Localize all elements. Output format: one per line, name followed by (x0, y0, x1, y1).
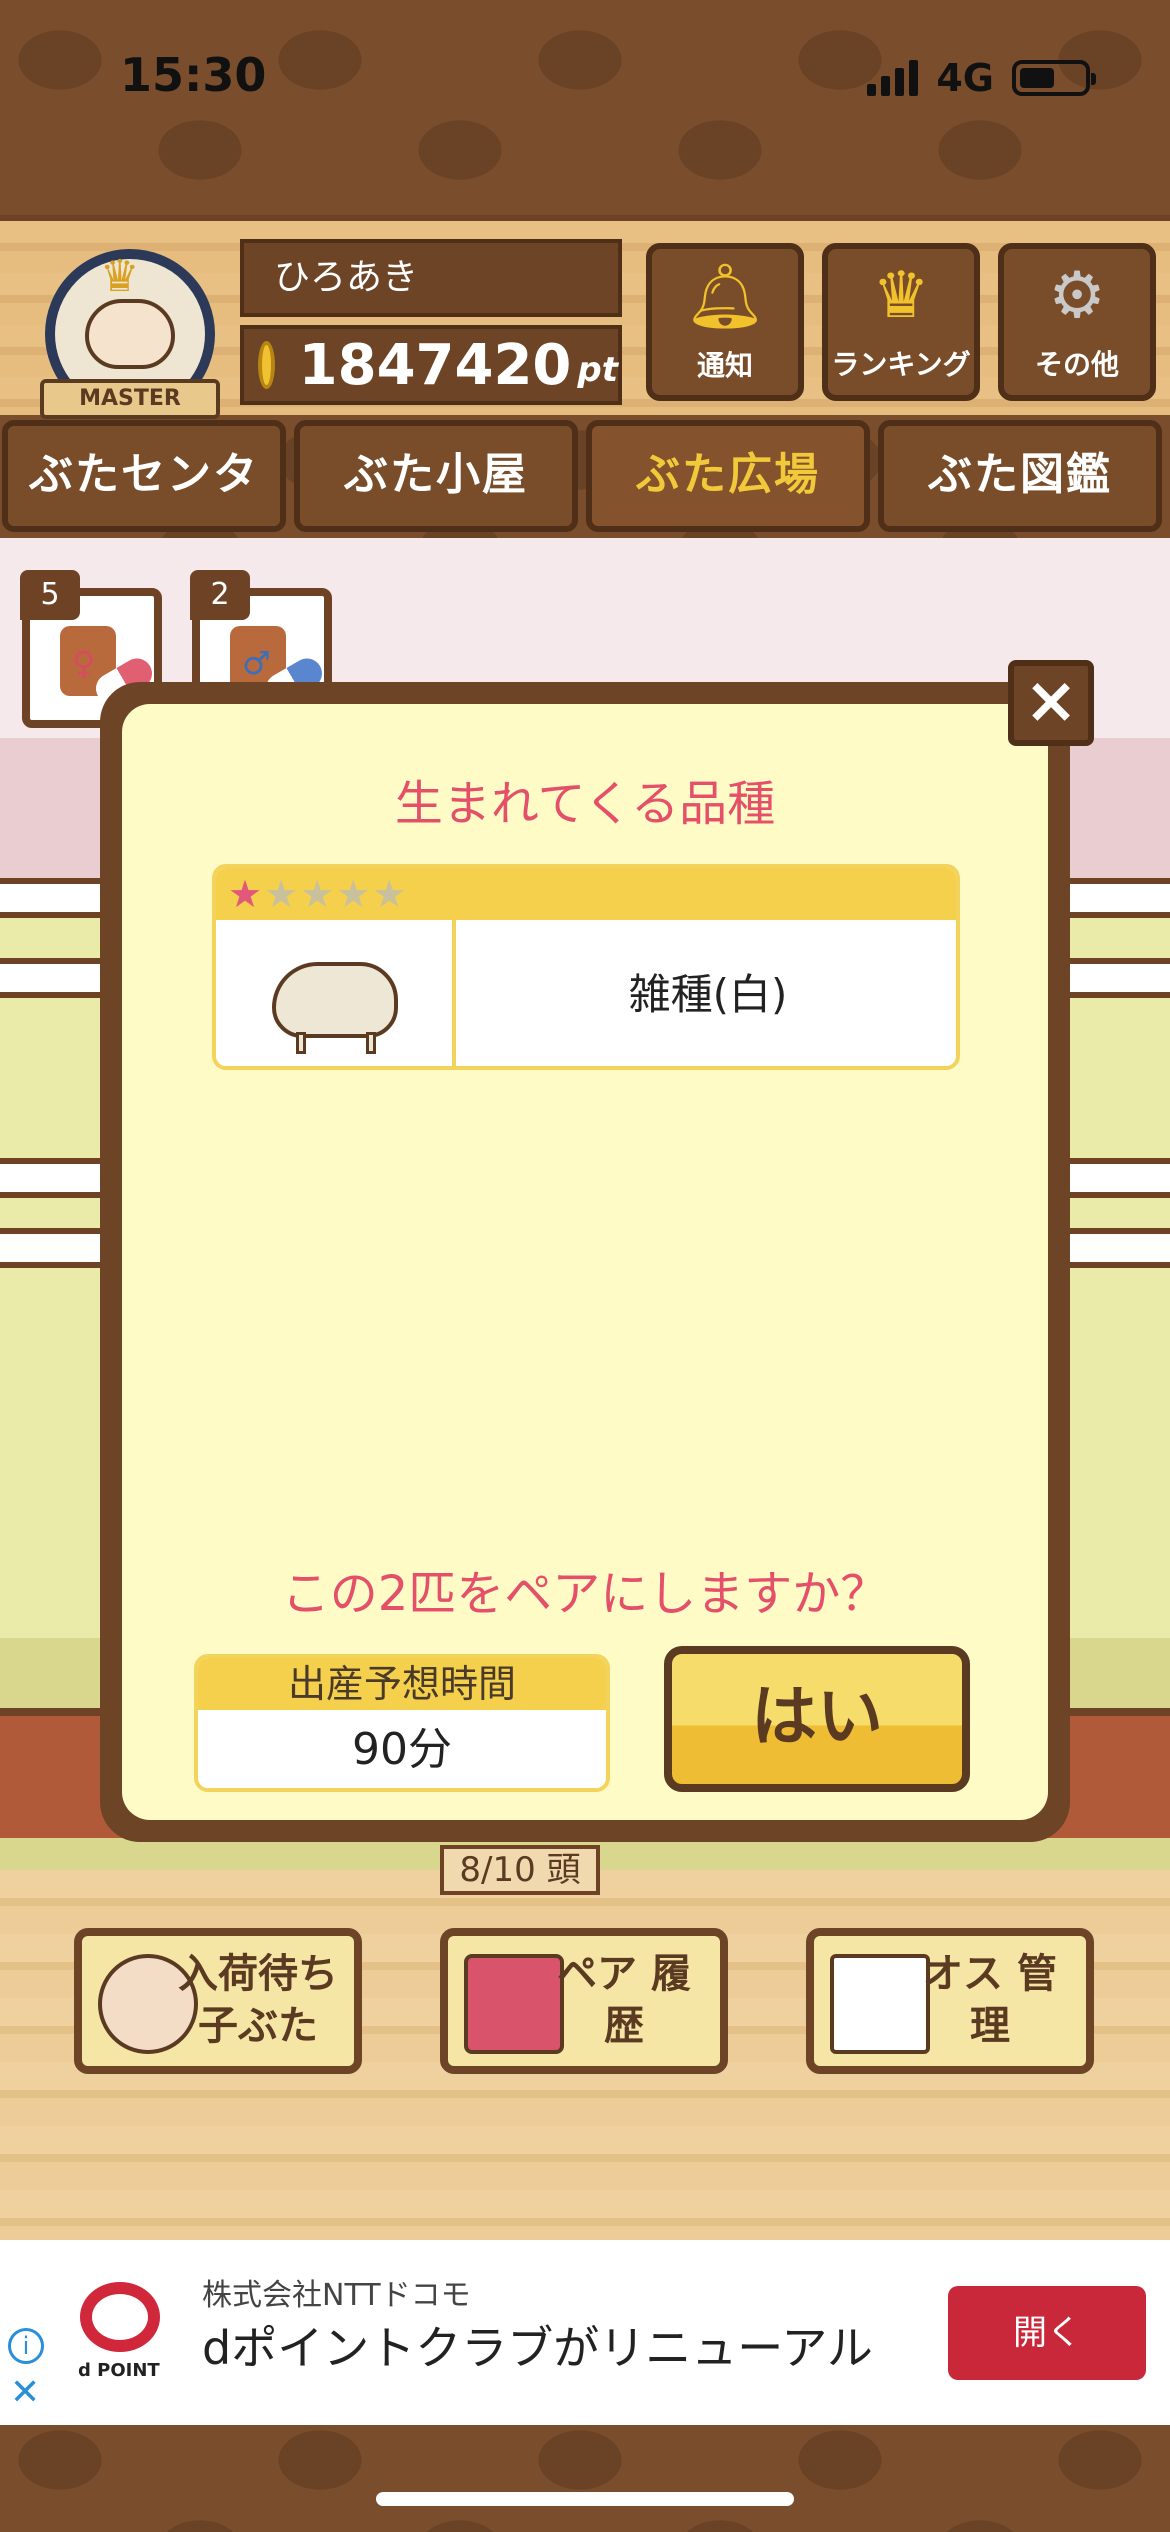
tab-encyclopedia[interactable]: ぶた図鑑 (878, 420, 1162, 532)
breed-rarity-stars: ★★★★★ (216, 868, 956, 920)
pair-history-button[interactable]: ペア 履歴 (440, 1928, 728, 2074)
birth-time-label: 出産予想時間 (198, 1658, 606, 1710)
breed-card: ★★★★★ 雑種(白) (212, 864, 960, 1070)
badge-label: MASTER (40, 379, 220, 419)
yes-button[interactable]: はい (664, 1646, 970, 1792)
ad-open-button[interactable]: 開く (948, 2286, 1146, 2380)
waiting-piglets-label: 入荷待ち 子ぶた (178, 1951, 338, 2049)
user-panel: ひろあき 1847420 pt (240, 239, 622, 405)
main-tabs: ぶたセンター ぶた小屋 ぶた広場 ぶた図鑑 (0, 420, 1170, 598)
pig-leg (366, 1032, 376, 1054)
tab-plaza[interactable]: ぶた広場 (586, 420, 870, 532)
item-count: 2 (190, 570, 250, 620)
other-label: その他 (1034, 348, 1119, 381)
pair-history-label: ペア 履歴 (557, 1951, 691, 2049)
waiting-piglets-button[interactable]: 入荷待ち 子ぶた (74, 1928, 362, 2074)
points-display: 1847420 pt (240, 325, 622, 405)
birth-time-box: 出産予想時間 90分 (194, 1654, 610, 1792)
points-value: 1847420 (298, 332, 572, 398)
status-time: 15:30 (120, 48, 267, 102)
bell-icon: 🔔︎ (684, 260, 766, 334)
info-icon[interactable]: i (8, 2328, 44, 2364)
pair-dialog: 生まれてくる品種 ★★★★★ 雑種(白) この2匹をペアにしますか？ 出産予想時… (100, 682, 1070, 1842)
status-icons: 4G (867, 56, 1096, 100)
item-count: 5 (20, 570, 80, 620)
ad-headline: dポイントクラブがリニューアル (202, 2321, 873, 2375)
coin-icon (258, 341, 275, 389)
male-symbol-icon: ♂ (242, 644, 271, 682)
home-indicator[interactable] (376, 2492, 794, 2506)
notice-button[interactable]: 🔔︎ 通知 (646, 243, 804, 401)
tab-center[interactable]: ぶたセンター (2, 420, 286, 598)
star-icon: ★ (228, 872, 265, 916)
user-name: ひろあき (240, 239, 622, 317)
dpoint-logo-text: d POINT (78, 2360, 160, 2381)
pig-leg (296, 1032, 306, 1054)
pig-face-icon (85, 299, 175, 369)
birth-time-value: 90分 (352, 1724, 452, 1775)
rank-badge[interactable]: ♛ MASTER (30, 239, 230, 429)
status-bar: 15:30 4G (0, 0, 1170, 150)
pig-icon (272, 962, 398, 1038)
network-type: 4G (936, 56, 994, 100)
pig-image (216, 920, 456, 1066)
pair-question: この2匹をペアにしますか？ (281, 1566, 889, 1622)
female-symbol-icon: ♀ (72, 644, 96, 682)
dpoint-logo (80, 2282, 160, 2352)
points-unit: pt (577, 350, 618, 390)
pen-count: 8/10 頭 (440, 1845, 600, 1895)
tab-hut[interactable]: ぶた小屋 (294, 420, 578, 532)
close-icon[interactable]: ✕ (10, 2372, 40, 2413)
game-header: ♛ MASTER ひろあき 1847420 pt 🔔︎ 通知 ♛ ランキング ⚙… (0, 215, 1170, 419)
notice-label: 通知 (696, 349, 753, 382)
dialog-title: 生まれてくる品種 (394, 776, 776, 832)
battery-icon (1012, 60, 1096, 96)
ad-banner[interactable]: i ✕ d POINT 株式会社NTTドコモ dポイントクラブがリニューアル 開… (0, 2240, 1170, 2425)
ranking-label: ランキング (831, 348, 971, 381)
ad-sponsor: 株式会社NTTドコモ (202, 2278, 471, 2313)
close-button[interactable]: × (1008, 660, 1094, 746)
gear-icon: ⚙ (1048, 259, 1106, 333)
signal-icon (867, 60, 919, 96)
crown-icon: ♛ (100, 251, 140, 302)
crown-icon: ♛ (872, 259, 930, 333)
star-icon: ★★★★ (264, 872, 409, 916)
dialog-body: 生まれてくる品種 ★★★★★ 雑種(白) この2匹をペアにしますか？ 出産予想時… (122, 704, 1048, 1820)
breed-name: 雑種(白) (628, 970, 788, 1019)
male-manage-label: オス 管理 (923, 1951, 1057, 2049)
other-button[interactable]: ⚙ その他 (998, 243, 1156, 401)
male-manage-button[interactable]: オス 管理 (806, 1928, 1094, 2074)
ranking-button[interactable]: ♛ ランキング (822, 243, 980, 401)
